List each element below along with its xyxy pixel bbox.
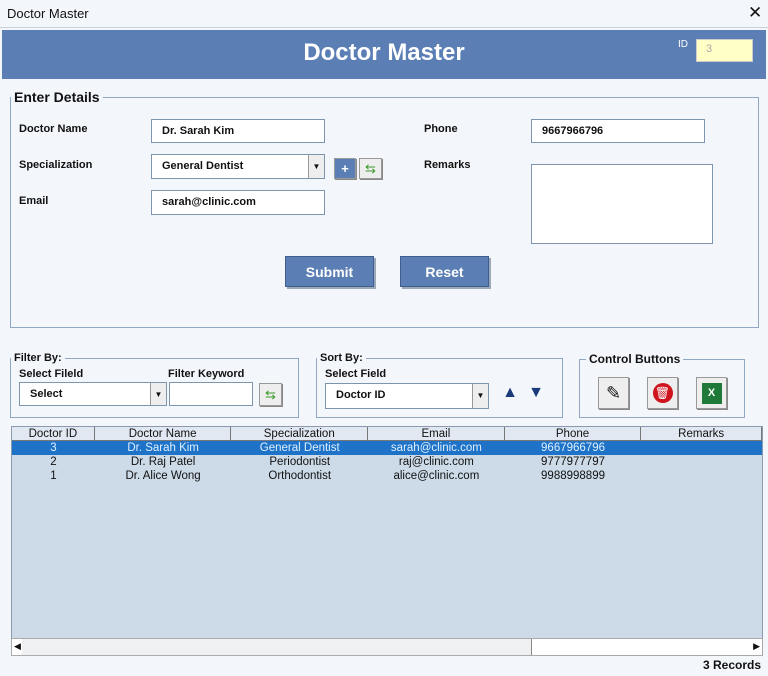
scroll-left-icon[interactable]: ◀ xyxy=(14,641,21,652)
table-cell: 2 xyxy=(50,456,57,468)
sort-field-value: Doctor ID xyxy=(336,389,386,401)
window-title: Doctor Master xyxy=(7,6,89,21)
record-count: 3 Records xyxy=(702,658,761,672)
filter-keyword-input[interactable] xyxy=(169,382,253,406)
email-input[interactable]: sarah@clinic.com xyxy=(151,190,325,215)
table-cell: Orthodontist xyxy=(268,470,332,482)
table-cell xyxy=(641,455,762,469)
id-label: ID xyxy=(678,39,688,50)
reset-button[interactable]: Reset xyxy=(400,256,489,287)
sort-descending-icon[interactable]: ▼ xyxy=(525,384,547,404)
edit-icon[interactable]: ✎ xyxy=(598,377,629,409)
column-header[interactable]: Phone xyxy=(505,427,642,440)
sort-field-select[interactable]: Doctor ID ▼ xyxy=(325,383,489,409)
add-specialization-button[interactable]: + xyxy=(334,158,356,179)
table-cell xyxy=(641,469,762,483)
enter-details-legend: Enter Details xyxy=(14,89,100,105)
delete-icon[interactable]: 🗑 xyxy=(647,377,678,409)
filter-field-value: Select xyxy=(30,388,63,400)
specialization-label: Specialization xyxy=(19,159,93,171)
column-header[interactable]: Remarks xyxy=(641,427,763,440)
column-header[interactable]: Specialization xyxy=(231,427,369,440)
control-buttons-legend: Control Buttons xyxy=(589,352,681,366)
table-row[interactable]: 1 Dr. Alice Wong Orthodontist alice@clinic.… xyxy=(12,469,762,483)
filter-field-label: Select Fileld xyxy=(19,368,84,380)
table-row[interactable]: 2 Dr. Raj Patel Periodontist raj@clinic.com… xyxy=(12,455,762,469)
table-cell: raj@clinic.com xyxy=(398,456,474,468)
column-header[interactable]: Doctor ID xyxy=(12,427,95,440)
table-header: Doctor ID Doctor Name Specialization Email P… xyxy=(12,427,763,441)
table-cell: Dr. Raj Patel xyxy=(130,456,196,468)
sort-ascending-icon[interactable]: ▲ xyxy=(499,384,521,404)
table-cell: 1 xyxy=(50,470,57,482)
email-label: Email xyxy=(19,195,49,207)
chevron-down-icon[interactable]: ▼ xyxy=(150,383,166,405)
sort-field-label: Select Field xyxy=(325,368,387,380)
table-cell: 9988998899 xyxy=(541,470,605,482)
specialization-select[interactable]: General Dentist ▼ xyxy=(151,154,325,179)
table-cell: Periodontist xyxy=(269,456,331,468)
filter-keyword-label: Filter Keyword xyxy=(168,368,245,380)
phone-input[interactable]: 9667966796 xyxy=(531,119,705,143)
table-cell: alice@clinic.com xyxy=(393,470,480,482)
table-body: 3 Dr. Sarah Kim General Dentist sarah@clini… xyxy=(12,441,762,483)
table-cell: 3 xyxy=(50,442,57,454)
excel-export-icon[interactable]: X xyxy=(696,377,727,409)
table-cell: 9667966796 xyxy=(541,442,605,454)
doctor-name-input[interactable]: Dr. Sarah Kim xyxy=(151,119,325,143)
table-cell: Dr. Sarah Kim xyxy=(127,442,199,454)
chevron-down-icon[interactable]: ▼ xyxy=(472,384,488,408)
remarks-label: Remarks xyxy=(424,159,471,171)
table-cell: 9777977797 xyxy=(541,456,605,468)
column-header[interactable]: Doctor Name xyxy=(95,427,232,440)
specialization-value: General Dentist xyxy=(162,160,244,172)
scrollbar-thumb[interactable] xyxy=(22,639,532,655)
column-header[interactable]: Email xyxy=(368,427,505,440)
form-header: Doctor Master ID 3 xyxy=(2,30,766,79)
refresh-filter-icon[interactable]: ⇆ xyxy=(259,383,282,406)
table-cell: General Dentist xyxy=(259,442,340,454)
filter-field-select[interactable]: Select ▼ xyxy=(19,382,167,406)
remarks-textarea[interactable] xyxy=(531,164,713,244)
doctor-name-label: Doctor Name xyxy=(19,123,88,135)
chevron-down-icon[interactable]: ▼ xyxy=(308,155,324,178)
close-icon[interactable]: ✕ xyxy=(748,3,762,23)
horizontal-scrollbar[interactable]: ◀ ▶ xyxy=(11,638,763,656)
filter-legend: Filter By: xyxy=(14,352,62,364)
table-cell: sarah@clinic.com xyxy=(390,442,482,454)
sort-legend: Sort By: xyxy=(320,352,363,364)
table-row[interactable]: 3 Dr. Sarah Kim General Dentist sarah@clini… xyxy=(12,441,762,455)
doctors-table: Doctor ID Doctor Name Specialization Email P… xyxy=(11,426,763,656)
page-title: Doctor Master xyxy=(303,39,465,66)
scroll-right-icon[interactable]: ▶ xyxy=(753,641,760,652)
table-cell xyxy=(641,441,762,455)
phone-label: Phone xyxy=(424,123,458,135)
id-field: 3 xyxy=(696,39,753,62)
title-bar: Doctor Master ✕ xyxy=(0,0,768,28)
refresh-icon[interactable]: ⇆ xyxy=(359,158,382,179)
table-cell: Dr. Alice Wong xyxy=(125,470,201,482)
submit-button[interactable]: Submit xyxy=(285,256,374,287)
